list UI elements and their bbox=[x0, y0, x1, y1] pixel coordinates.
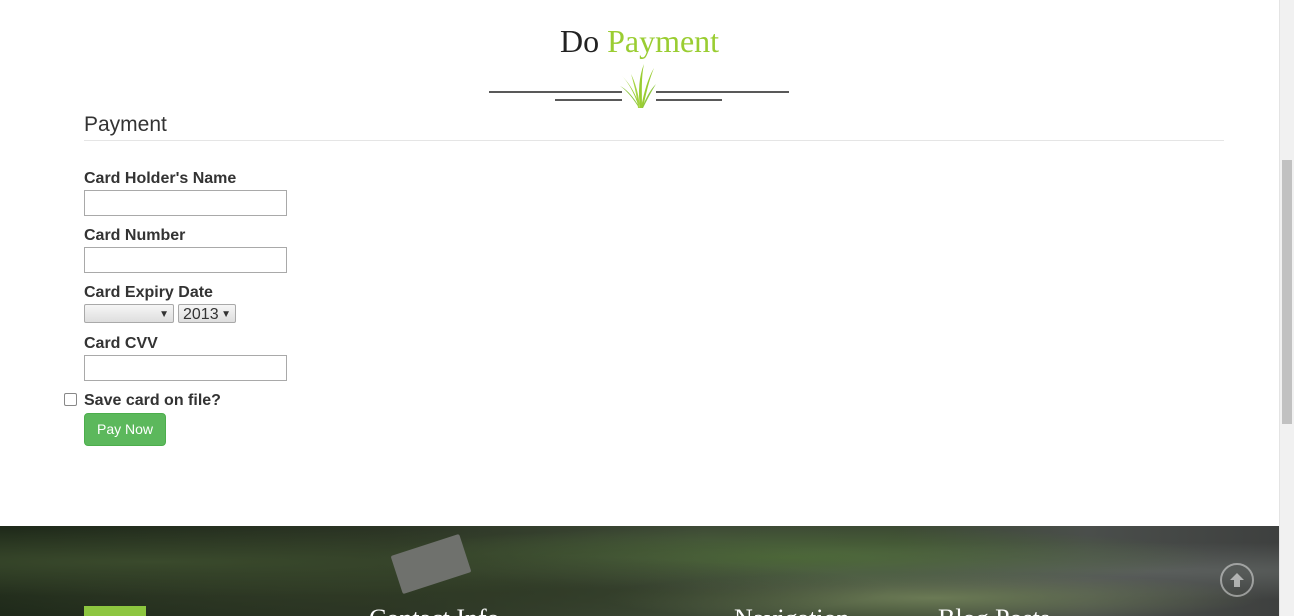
save-card-label: Save card on file? bbox=[84, 392, 221, 409]
footer-background-sign bbox=[390, 533, 472, 595]
payment-legend: Payment bbox=[84, 113, 1224, 141]
expiry-label: Card Expiry Date bbox=[84, 284, 213, 301]
footer-heading-navigation: Navigation bbox=[734, 604, 850, 616]
card-holder-input[interactable] bbox=[84, 190, 287, 216]
pay-now-button[interactable]: Pay Now bbox=[84, 413, 166, 446]
card-number-label: Card Number bbox=[84, 227, 186, 244]
expiry-month-select[interactable]: ▼ bbox=[84, 304, 174, 323]
cvv-input[interactable] bbox=[84, 355, 287, 381]
footer: Contact Info Navigation Blog Posts bbox=[0, 526, 1279, 616]
page: Do Payment Payment Card Holder's Name Ca… bbox=[0, 0, 1279, 616]
page-title-part2: Payment bbox=[607, 23, 720, 59]
page-title-part1: Do bbox=[559, 23, 600, 59]
scrollbar-thumb[interactable] bbox=[1282, 160, 1292, 424]
page-scrollbar[interactable] bbox=[1279, 0, 1294, 616]
scroll-to-top-icon[interactable] bbox=[1220, 563, 1254, 597]
expiry-year-value: 2013 bbox=[183, 306, 219, 323]
card-holder-label: Card Holder's Name bbox=[84, 170, 237, 187]
footer-logo bbox=[84, 606, 146, 616]
chevron-down-icon: ▼ bbox=[221, 309, 231, 320]
save-card-checkbox[interactable] bbox=[64, 393, 77, 406]
chevron-down-icon: ▼ bbox=[159, 309, 169, 320]
footer-heading-blog: Blog Posts bbox=[938, 604, 1050, 616]
cvv-label: Card CVV bbox=[84, 335, 158, 352]
grass-ornament-icon bbox=[489, 64, 789, 108]
page-title: Do Payment bbox=[0, 22, 1279, 60]
card-number-input[interactable] bbox=[84, 247, 287, 273]
expiry-year-select[interactable]: 2013 ▼ bbox=[178, 304, 236, 323]
footer-heading-contact: Contact Info bbox=[369, 604, 500, 616]
